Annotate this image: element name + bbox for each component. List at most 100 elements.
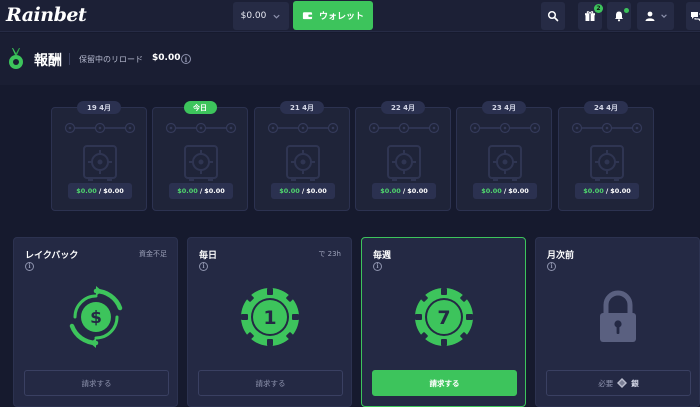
date-label: 21 4月: [280, 101, 324, 114]
amount-separator: /: [301, 187, 305, 195]
pending-reload-value: $0.00: [152, 53, 181, 63]
calendar-day-card: $0.00/$0.00: [254, 107, 350, 211]
user-icon: [645, 11, 654, 21]
chevron-down-icon: [273, 14, 280, 19]
info-icon[interactable]: i: [25, 262, 34, 271]
card-title: 月次前: [547, 251, 575, 261]
claim-button[interactable]: 請求する: [24, 370, 169, 396]
medal-icon: [9, 48, 23, 69]
card-title: 毎日: [199, 251, 218, 261]
notifications-button[interactable]: [607, 2, 631, 30]
amount-separator: /: [605, 187, 609, 195]
progress-track: [165, 122, 237, 134]
claim-button[interactable]: 請求する: [372, 370, 517, 396]
wallet-button[interactable]: ウォレット: [293, 1, 373, 30]
total-amount: $0.00: [508, 187, 529, 195]
notification-dot: [624, 8, 629, 13]
total-amount: $0.00: [204, 187, 225, 195]
amount-separator: /: [98, 187, 102, 195]
card-title: 毎週: [373, 251, 392, 261]
search-icon: [547, 10, 559, 22]
progress-track: [368, 122, 440, 134]
chat-button[interactable]: [686, 2, 700, 30]
weekly-chip-icon: 7: [414, 288, 473, 346]
progress-track: [267, 122, 339, 134]
info-icon[interactable]: i: [181, 54, 191, 64]
weekly-card: 毎週 i 7 請求する: [361, 237, 526, 407]
gift-button[interactable]: 2: [578, 2, 603, 30]
safe-icon: [83, 145, 117, 181]
date-label: 24 4月: [584, 101, 628, 114]
requirement-label: 必要: [598, 378, 614, 388]
silver-rank-label: 銀: [631, 378, 639, 388]
balance-dropdown[interactable]: $0.00: [233, 2, 289, 30]
calendar-day-card: $0.00/$0.00: [558, 107, 654, 211]
day-amount: $0.00/$0.00: [575, 183, 639, 199]
chat-icon: [691, 12, 700, 22]
today-label: 今日: [183, 101, 217, 114]
progress-track: [469, 122, 541, 134]
bell-icon: [615, 11, 623, 22]
daily-chip-icon: 1: [240, 288, 299, 346]
safe-icon: [286, 145, 320, 181]
divider: [69, 53, 70, 65]
calendar-day-card: $0.00/$0.00: [355, 107, 451, 211]
earned-amount: $0.00: [279, 187, 300, 195]
rewards-header: 報酬 保留中のリロード $0.00 i: [0, 33, 700, 85]
chip-number: 1: [263, 307, 276, 329]
daily-card: 毎日 で 23h i 1 請求する: [187, 237, 352, 407]
amount-separator: /: [199, 187, 203, 195]
safe-icon: [590, 145, 624, 181]
page-title: 報酬: [34, 53, 62, 69]
svg-text:$: $: [90, 308, 102, 328]
amount-separator: /: [503, 187, 507, 195]
calendar-day-card: $0.00/$0.00: [152, 107, 248, 211]
user-menu[interactable]: [637, 2, 674, 30]
day-amount: $0.00/$0.00: [169, 183, 233, 199]
monthly-card: 月次前 i 必要 銀: [535, 237, 700, 407]
lock-icon: [599, 290, 636, 342]
wallet-icon: [302, 12, 313, 20]
total-amount: $0.00: [610, 187, 631, 195]
earned-amount: $0.00: [380, 187, 401, 195]
safe-icon: [387, 145, 421, 181]
total-amount: $0.00: [407, 187, 428, 195]
day-amount: $0.00/$0.00: [271, 183, 335, 199]
earned-amount: $0.00: [177, 187, 198, 195]
info-icon[interactable]: i: [199, 262, 208, 271]
info-icon[interactable]: i: [547, 262, 556, 271]
safe-icon: [184, 145, 218, 181]
calendar-day-card: $0.00/$0.00: [456, 107, 552, 211]
calendar-day-card: $0.00/$0.00: [51, 107, 147, 211]
rakeback-card: レイクバック 資金不足 i $ 請求する: [13, 237, 178, 407]
earned-amount: $0.00: [481, 187, 502, 195]
top-bar: Rainbet $0.00 ウォレット 2: [0, 0, 700, 32]
date-label: 19 4月: [77, 101, 121, 114]
earned-amount: $0.00: [76, 187, 97, 195]
gift-icon: [585, 11, 595, 21]
chevron-down-icon: [660, 14, 667, 18]
search-button[interactable]: [541, 2, 565, 30]
total-amount: $0.00: [103, 187, 124, 195]
requirement-button[interactable]: 必要 銀: [546, 370, 691, 396]
rainbet-logo[interactable]: Rainbet: [6, 4, 87, 26]
earned-amount: $0.00: [583, 187, 604, 195]
safe-icon: [488, 145, 522, 181]
pending-reload-label: 保留中のリロード: [79, 55, 143, 64]
card-timer: で 23h: [318, 250, 341, 258]
balance-value: $0.00: [240, 11, 267, 21]
claim-button[interactable]: 請求する: [198, 370, 343, 396]
gift-count-badge: 2: [594, 4, 603, 13]
progress-track: [64, 122, 136, 134]
amount-separator: /: [402, 187, 406, 195]
info-icon[interactable]: i: [373, 262, 382, 271]
chip-number: 7: [437, 307, 450, 329]
silver-rank-icon: [617, 378, 628, 388]
progress-track: [571, 122, 643, 134]
day-amount: $0.00/$0.00: [68, 183, 132, 199]
day-amount: $0.00/$0.00: [473, 183, 537, 199]
card-title: レイクバック: [25, 251, 79, 261]
day-amount: $0.00/$0.00: [372, 183, 436, 199]
total-amount: $0.00: [306, 187, 327, 195]
rakeback-dollar-icon: $: [69, 286, 122, 348]
